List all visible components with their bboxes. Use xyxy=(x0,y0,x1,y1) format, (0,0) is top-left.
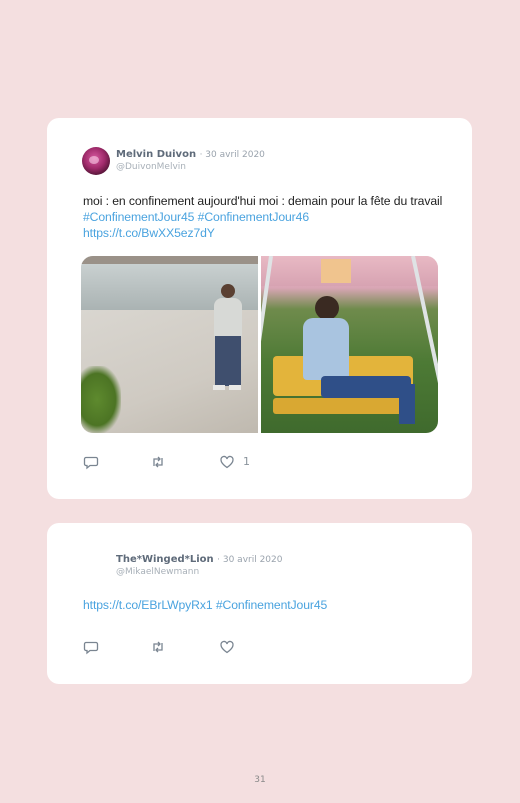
reply-icon[interactable] xyxy=(83,639,99,655)
retweet-icon[interactable] xyxy=(150,639,166,655)
tweet-date[interactable]: · 30 avril 2020 xyxy=(217,555,282,565)
hashtag-link[interactable]: #ConfinementJour45 xyxy=(83,210,194,224)
tweet-text: moi : en confinement aujourd'hui moi : d… xyxy=(83,193,443,241)
media-photo-right[interactable] xyxy=(261,256,438,433)
avatar[interactable] xyxy=(82,147,110,175)
page-number: 31 xyxy=(254,775,266,785)
tweet-date[interactable]: · 30 avril 2020 xyxy=(200,150,265,160)
retweet-icon[interactable] xyxy=(150,454,166,470)
tweet-body: moi : en confinement aujourd'hui moi : d… xyxy=(83,194,443,208)
author-handle[interactable]: @MikaelNewmann xyxy=(116,567,199,577)
author-name[interactable]: The*Winged*Lion xyxy=(116,554,214,565)
author-line: Melvin Duivon · 30 avril 2020 xyxy=(116,149,265,160)
tweet-media[interactable] xyxy=(81,256,438,433)
tweet-url-link[interactable]: https://t.co/EBrLWpyRx1 xyxy=(83,598,213,612)
heart-icon[interactable] xyxy=(219,454,235,470)
author-handle[interactable]: @DuivonMelvin xyxy=(116,162,186,172)
tweet-text: https://t.co/EBrLWpyRx1 #ConfinementJour… xyxy=(83,597,443,613)
hashtag-link[interactable]: #ConfinementJour46 xyxy=(198,210,309,224)
tweet-url-link[interactable]: https://t.co/BwXX5ez7dY xyxy=(83,226,215,240)
tweet-card: The*Winged*Lion · 30 avril 2020 @MikaelN… xyxy=(47,523,472,684)
heart-icon[interactable] xyxy=(219,639,235,655)
hashtag-link[interactable]: #ConfinementJour45 xyxy=(216,598,327,612)
like-count: 1 xyxy=(243,455,250,468)
author-line: The*Winged*Lion · 30 avril 2020 xyxy=(116,554,282,565)
media-photo-left[interactable] xyxy=(81,256,258,433)
reply-icon[interactable] xyxy=(83,454,99,470)
tweet-card: Melvin Duivon · 30 avril 2020 @DuivonMel… xyxy=(47,118,472,499)
author-name[interactable]: Melvin Duivon xyxy=(116,149,196,160)
